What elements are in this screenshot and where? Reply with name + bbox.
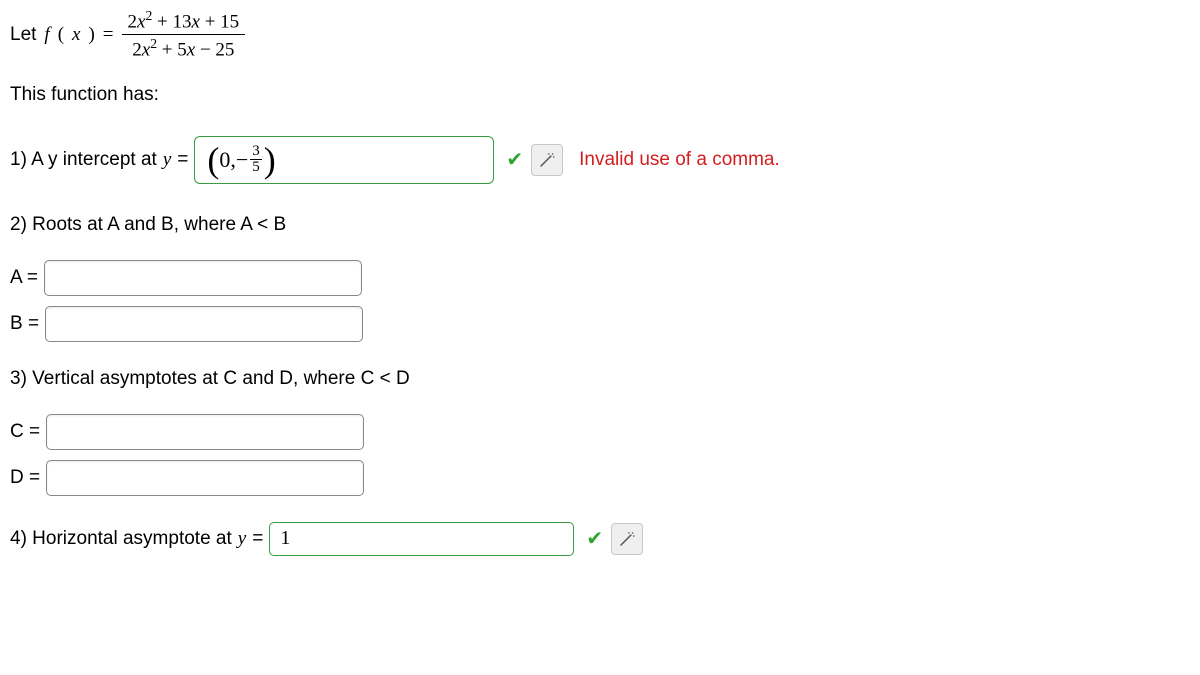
q2-input-a[interactable] xyxy=(44,260,362,296)
intro-text: This function has: xyxy=(10,84,1190,106)
question-1-row: 1) A y intercept at y = ( 0,− 3 5 ) ✔ Inv… xyxy=(10,136,1190,184)
q3-input-c[interactable] xyxy=(46,414,364,450)
q4-answer-box[interactable]: 1 xyxy=(269,522,574,556)
format-tool-button[interactable] xyxy=(611,523,643,555)
let-prefix: Let xyxy=(10,24,36,46)
q1-var-y: y xyxy=(163,149,171,171)
q3-input-d[interactable] xyxy=(46,460,364,496)
q2-a-row: A = xyxy=(10,260,1190,296)
lparen-icon: ( xyxy=(207,142,219,178)
q1-answer-box[interactable]: ( 0,− 3 5 ) xyxy=(194,136,494,184)
den-mid: + 5 xyxy=(157,40,187,61)
question-4-row: 4) Horizontal asymptote at y = 1 ✔ xyxy=(10,522,1190,556)
q1-frac-num: 3 xyxy=(250,144,262,160)
q3-label: 3) Vertical asymptotes at C and D, where… xyxy=(10,368,1190,390)
den-x: x xyxy=(187,40,195,61)
format-tool-button[interactable] xyxy=(531,144,563,176)
fn-f: f xyxy=(44,24,49,46)
num-mid: + 13 xyxy=(152,11,191,32)
q1-error-message: Invalid use of a comma. xyxy=(579,149,780,171)
q2-label: 2) Roots at A and B, where A < B xyxy=(10,214,1190,236)
q4-label-post: = xyxy=(252,528,263,550)
den-coef1: 2 xyxy=(132,40,142,61)
equals: = xyxy=(103,24,114,46)
q3-label-d: D = xyxy=(10,467,40,489)
q2-b-row: B = xyxy=(10,306,1190,342)
q1-ans-minus: − xyxy=(236,147,248,173)
num-coef1: 2 xyxy=(128,11,138,32)
q4-label-pre: 4) Horizontal asymptote at xyxy=(10,528,232,550)
wand-icon xyxy=(538,151,556,169)
fn-arg: x xyxy=(72,24,80,46)
q1-ans-zero: 0 xyxy=(219,147,230,173)
rparen-icon: ) xyxy=(264,142,276,178)
q1-label-pre: 1) A y intercept at xyxy=(10,149,157,171)
q3-d-row: D = xyxy=(10,460,1190,496)
wand-icon xyxy=(618,530,636,548)
q3-label-c: C = xyxy=(10,421,40,443)
q2-label-b: B = xyxy=(10,313,39,335)
paren-open: ( xyxy=(58,24,64,46)
paren-close: ) xyxy=(88,24,94,46)
checkmark-icon: ✔ xyxy=(586,526,603,551)
function-definition: Let f ( x) = 2x2 + 13x + 15 2x2 + 5x − 25 xyxy=(10,8,1190,62)
q1-label-post: = xyxy=(177,149,188,171)
q4-answer-value: 1 xyxy=(280,527,290,550)
num-const: + 15 xyxy=(200,11,239,32)
checkmark-icon: ✔ xyxy=(506,147,523,172)
q2-label-a: A = xyxy=(10,267,38,289)
q2-input-b[interactable] xyxy=(45,306,363,342)
den-const: − 25 xyxy=(195,40,234,61)
q1-ans-frac: 3 5 xyxy=(250,144,262,175)
num-x: x xyxy=(192,11,200,32)
rational-fraction: 2x2 + 13x + 15 2x2 + 5x − 25 xyxy=(122,8,246,62)
q4-var-y: y xyxy=(238,528,246,550)
q3-c-row: C = xyxy=(10,414,1190,450)
q1-frac-den: 5 xyxy=(250,160,262,175)
den-x2: x xyxy=(142,40,150,61)
